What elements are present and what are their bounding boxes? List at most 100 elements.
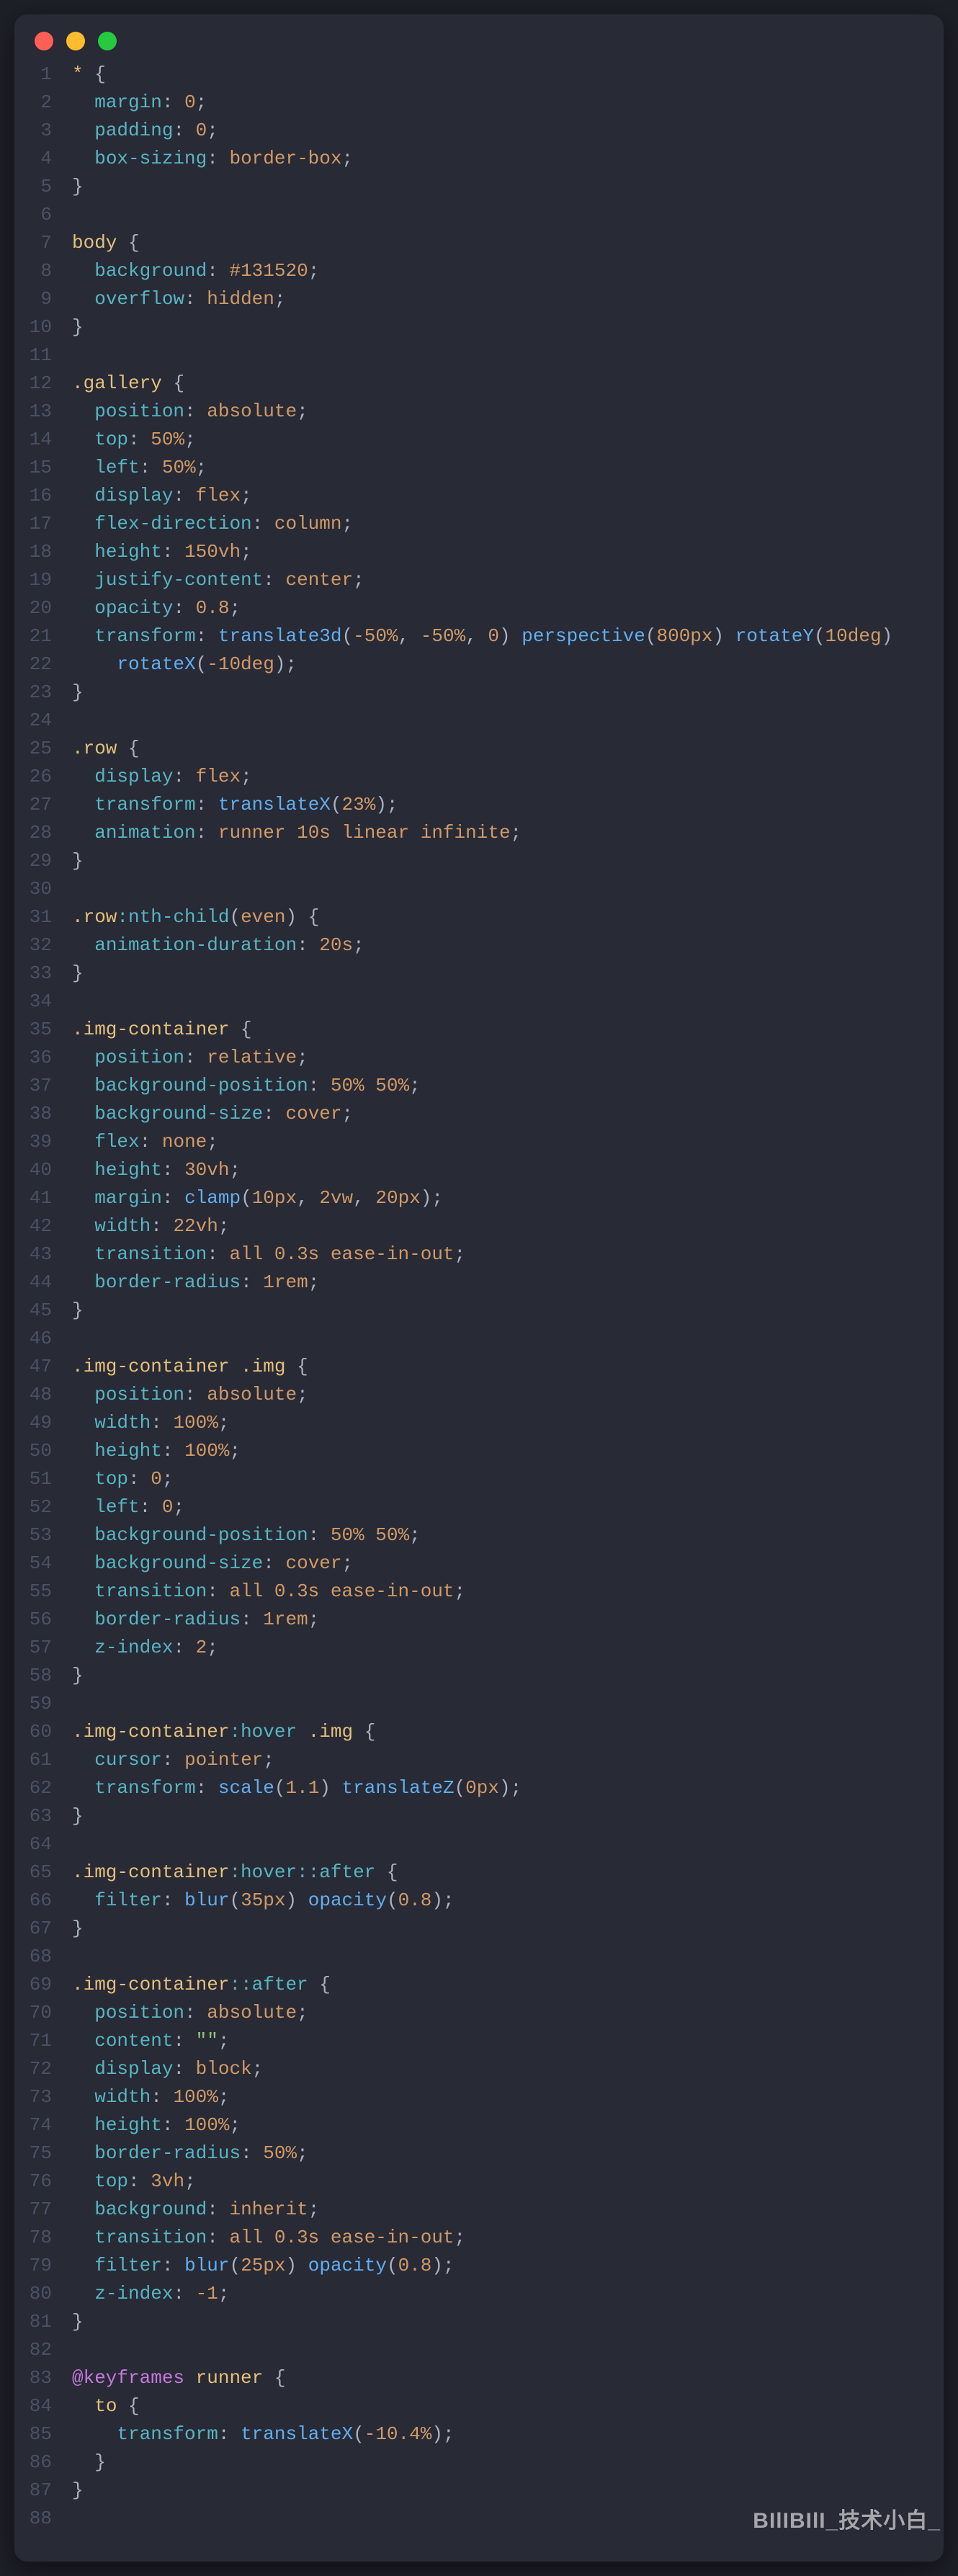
code-line[interactable]: 80 z-index: -1; [14, 2280, 944, 2308]
code-line[interactable]: 67} [14, 1915, 944, 1943]
code-content[interactable]: cursor: pointer; [72, 1746, 944, 1774]
code-line[interactable]: 84 to { [14, 2392, 944, 2420]
code-content[interactable]: .img-container:hover::after { [72, 1859, 944, 1887]
code-content[interactable]: left: 50%; [72, 454, 944, 482]
code-line[interactable]: 23} [14, 679, 944, 707]
code-line[interactable]: 54 background-size: cover; [14, 1549, 944, 1578]
code-line[interactable]: 87} [14, 2477, 944, 2505]
code-content[interactable]: overflow: hidden; [72, 285, 944, 313]
close-button[interactable] [35, 32, 53, 50]
code-line[interactable]: 28 animation: runner 10s linear infinite… [14, 819, 944, 847]
code-content[interactable]: } [72, 1915, 944, 1943]
code-content[interactable] [72, 1943, 944, 1971]
code-line[interactable]: 47.img-container .img { [14, 1353, 944, 1381]
code-content[interactable]: width: 100%; [72, 2083, 944, 2111]
code-line[interactable]: 76 top: 3vh; [14, 2168, 944, 2196]
code-content[interactable] [72, 875, 944, 903]
code-content[interactable]: } [72, 313, 944, 341]
code-content[interactable]: transform: translateX(23%); [72, 791, 944, 819]
code-line[interactable]: 4 box-sizing: border-box; [14, 145, 944, 173]
minimize-button[interactable] [66, 32, 85, 50]
code-content[interactable]: top: 3vh; [72, 2168, 944, 2196]
code-content[interactable]: } [72, 960, 944, 988]
code-line[interactable]: 20 opacity: 0.8; [14, 594, 944, 622]
code-content[interactable]: } [72, 2448, 944, 2477]
code-content[interactable]: border-radius: 1rem; [72, 1606, 944, 1634]
code-line[interactable]: 63} [14, 1802, 944, 1830]
code-content[interactable]: border-radius: 1rem; [72, 1269, 944, 1297]
code-content[interactable]: transition: all 0.3s ease-in-out; [72, 1240, 944, 1269]
code-line[interactable]: 39 flex: none; [14, 1128, 944, 1156]
code-line[interactable]: 53 background-position: 50% 50%; [14, 1521, 944, 1549]
code-content[interactable]: rotateX(-10deg); [72, 650, 944, 679]
code-line[interactable]: 48 position: absolute; [14, 1381, 944, 1409]
code-line[interactable]: 71 content: ""; [14, 2027, 944, 2055]
code-line[interactable]: 10} [14, 313, 944, 341]
code-line[interactable]: 55 transition: all 0.3s ease-in-out; [14, 1578, 944, 1606]
code-line[interactable]: 45} [14, 1297, 944, 1325]
code-line[interactable]: 78 transition: all 0.3s ease-in-out; [14, 2224, 944, 2252]
code-content[interactable]: .row { [72, 735, 944, 763]
code-content[interactable]: @keyframes runner { [72, 2364, 944, 2392]
code-content[interactable] [72, 341, 944, 370]
code-content[interactable] [72, 988, 944, 1016]
code-content[interactable]: transform: scale(1.1) translateZ(0px); [72, 1774, 944, 1802]
code-line[interactable]: 58} [14, 1662, 944, 1690]
code-content[interactable]: filter: blur(35px) opacity(0.8); [72, 1887, 944, 1915]
code-line[interactable]: 31.row:nth-child(even) { [14, 903, 944, 931]
code-content[interactable]: transition: all 0.3s ease-in-out; [72, 2224, 944, 2252]
code-line[interactable]: 44 border-radius: 1rem; [14, 1269, 944, 1297]
code-line[interactable]: 81} [14, 2308, 944, 2336]
code-line[interactable]: 65.img-container:hover::after { [14, 1859, 944, 1887]
code-line[interactable]: 69.img-container::after { [14, 1971, 944, 1999]
code-line[interactable]: 38 background-size: cover; [14, 1100, 944, 1128]
code-line[interactable]: 43 transition: all 0.3s ease-in-out; [14, 1240, 944, 1269]
code-line[interactable]: 72 display: block; [14, 2055, 944, 2083]
code-content[interactable]: display: flex; [72, 482, 944, 510]
code-line[interactable]: 82 [14, 2336, 944, 2364]
code-line[interactable]: 56 border-radius: 1rem; [14, 1606, 944, 1634]
code-line[interactable]: 25.row { [14, 735, 944, 763]
code-content[interactable]: background: #131520; [72, 257, 944, 285]
code-content[interactable]: to { [72, 2392, 944, 2420]
code-line[interactable]: 34 [14, 988, 944, 1016]
code-content[interactable]: } [72, 2308, 944, 2336]
code-line[interactable]: 74 height: 100%; [14, 2111, 944, 2139]
code-content[interactable]: background-position: 50% 50%; [72, 1072, 944, 1100]
code-content[interactable]: .img-container::after { [72, 1971, 944, 1999]
code-line[interactable]: 15 left: 50%; [14, 454, 944, 482]
code-line[interactable]: 46 [14, 1325, 944, 1353]
code-line[interactable]: 52 left: 0; [14, 1493, 944, 1521]
code-line[interactable]: 64 [14, 1830, 944, 1859]
code-line[interactable]: 60.img-container:hover .img { [14, 1718, 944, 1746]
code-content[interactable]: border-radius: 50%; [72, 2139, 944, 2168]
code-content[interactable]: transition: all 0.3s ease-in-out; [72, 1578, 944, 1606]
code-content[interactable]: background-size: cover; [72, 1100, 944, 1128]
code-content[interactable]: } [72, 1802, 944, 1830]
code-line[interactable]: 22 rotateX(-10deg); [14, 650, 944, 679]
code-line[interactable]: 77 background: inherit; [14, 2196, 944, 2224]
code-content[interactable]: .img-container { [72, 1016, 944, 1044]
code-line[interactable]: 61 cursor: pointer; [14, 1746, 944, 1774]
code-line[interactable]: 57 z-index: 2; [14, 1634, 944, 1662]
code-content[interactable]: animation-duration: 20s; [72, 931, 944, 960]
zoom-button[interactable] [98, 32, 117, 50]
code-content[interactable]: .row:nth-child(even) { [72, 903, 944, 931]
code-content[interactable] [72, 2336, 944, 2364]
code-line[interactable]: 51 top: 0; [14, 1465, 944, 1493]
code-content[interactable]: position: absolute; [72, 398, 944, 426]
code-line[interactable]: 86 } [14, 2448, 944, 2477]
code-content[interactable]: position: absolute; [72, 1999, 944, 2027]
code-content[interactable]: transform: translateX(-10.4%); [72, 2420, 944, 2448]
code-content[interactable]: background-position: 50% 50%; [72, 1521, 944, 1549]
code-line[interactable]: 9 overflow: hidden; [14, 285, 944, 313]
code-line[interactable]: 1* { [14, 61, 944, 89]
code-line[interactable]: 8 background: #131520; [14, 257, 944, 285]
code-content[interactable]: height: 100%; [72, 2111, 944, 2139]
code-line[interactable]: 33} [14, 960, 944, 988]
code-content[interactable]: content: ""; [72, 2027, 944, 2055]
code-line[interactable]: 7body { [14, 229, 944, 257]
code-content[interactable]: .img-container .img { [72, 1353, 944, 1381]
code-line[interactable]: 6 [14, 201, 944, 229]
code-line[interactable]: 14 top: 50%; [14, 426, 944, 454]
